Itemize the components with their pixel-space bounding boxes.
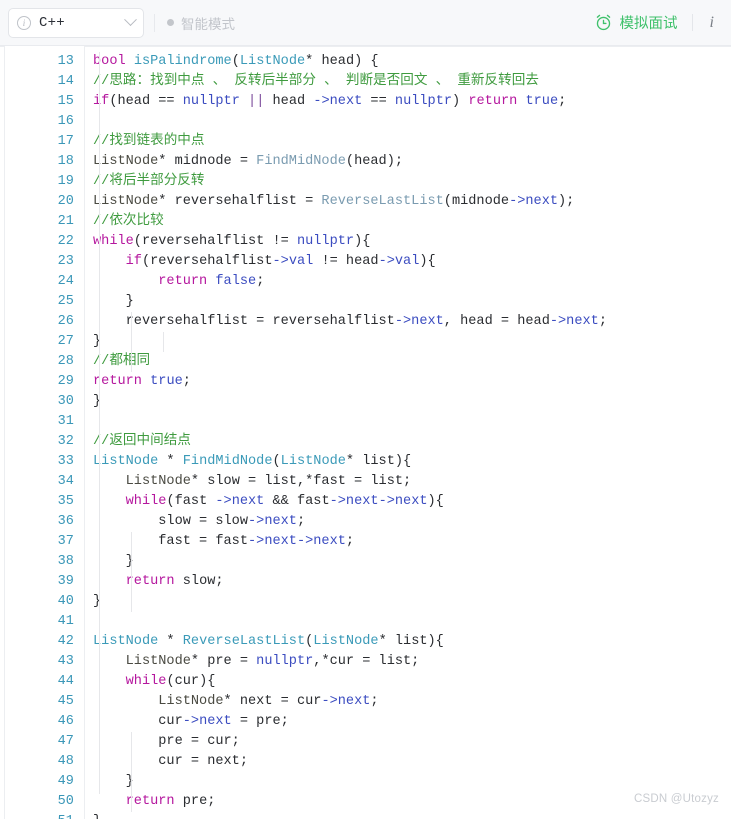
line-number: 16 bbox=[57, 114, 74, 129]
line-number: 17 bbox=[57, 134, 74, 149]
line-number: 13 bbox=[57, 54, 74, 69]
mock-interview-label: 模拟面试 bbox=[619, 16, 678, 32]
code-line[interactable] bbox=[93, 112, 731, 132]
language-selector-value: C++ bbox=[39, 14, 65, 31]
line-number: 42 bbox=[57, 634, 74, 649]
code-line[interactable]: //找到链表的中点 bbox=[93, 132, 731, 152]
alarm-clock-icon bbox=[596, 14, 610, 31]
code-line[interactable]: } bbox=[93, 592, 731, 612]
line-number: 40 bbox=[57, 594, 74, 609]
code-line[interactable]: ListNode* midnode = FindMidNode(head); bbox=[93, 152, 731, 172]
line-number: 28 bbox=[57, 354, 74, 369]
line-number: 34 bbox=[57, 474, 74, 489]
line-number: 18 bbox=[57, 154, 74, 169]
toolbar-divider-1 bbox=[154, 13, 155, 32]
line-number: 30 bbox=[57, 394, 74, 409]
line-number: 27 bbox=[57, 334, 74, 349]
code-line[interactable]: } bbox=[93, 292, 731, 312]
line-number: 26 bbox=[57, 314, 74, 329]
line-number: 14 bbox=[57, 74, 74, 89]
line-number: 45 bbox=[57, 694, 74, 709]
code-line[interactable]: //都相同 bbox=[93, 352, 731, 372]
line-number: 41 bbox=[57, 614, 74, 629]
code-line[interactable]: reversehalflist = reversehalflist->next,… bbox=[93, 312, 731, 332]
line-number: 37 bbox=[57, 534, 74, 549]
line-number: 15 bbox=[57, 94, 74, 109]
line-number: 25 bbox=[57, 294, 74, 309]
line-number: 44 bbox=[57, 674, 74, 689]
code-line[interactable]: //返回中间结点 bbox=[93, 432, 731, 452]
code-line[interactable]: slow = slow->next; bbox=[93, 512, 731, 532]
code-line[interactable]: //将后半部分反转 bbox=[93, 172, 731, 192]
watermark: CSDN @Utozyz bbox=[633, 793, 719, 805]
line-number: 24 bbox=[57, 274, 74, 289]
line-number: 46 bbox=[57, 714, 74, 729]
line-number: 48 bbox=[57, 754, 74, 769]
code-editor[interactable]: 13 14 15 16 17 18 19 20 21 22 23 24 25 26 27 28 29 30 31 32… bbox=[0, 46, 731, 819]
code-line[interactable]: ListNode* reversehalflist = ReverseLastL… bbox=[93, 192, 731, 212]
language-selector[interactable]: i C++ bbox=[8, 7, 144, 38]
mock-interview-button[interactable]: 模拟面试 bbox=[594, 12, 678, 33]
line-number: 38 bbox=[57, 554, 74, 569]
line-number: 29 bbox=[57, 374, 74, 389]
code-line[interactable]: } bbox=[93, 332, 731, 352]
line-number: 19 bbox=[57, 174, 74, 189]
code-line[interactable]: return true; bbox=[93, 372, 731, 392]
code-line[interactable]: ListNode* pre = nullptr,*cur = list; bbox=[93, 652, 731, 672]
line-number: 36 bbox=[57, 514, 74, 529]
line-number: 35 bbox=[57, 494, 74, 509]
line-number: 31 bbox=[57, 414, 74, 429]
line-number: 47 bbox=[57, 734, 74, 749]
code-line[interactable] bbox=[93, 612, 731, 632]
status-dot-icon bbox=[167, 19, 174, 26]
line-number: 23 bbox=[57, 254, 74, 269]
line-number: 49 bbox=[57, 774, 74, 789]
code-editor-page: i C++ 智能模式 模拟面试 i 13 14 15 16 17 18 19 20 21 22 23… bbox=[0, 0, 731, 819]
code-line[interactable]: pre = cur; bbox=[93, 732, 731, 752]
info-circle-icon: i bbox=[17, 15, 31, 30]
code-line[interactable]: ListNode* slow = list,*fast = list; bbox=[93, 472, 731, 492]
line-number: 33 bbox=[57, 454, 74, 469]
code-line[interactable]: } bbox=[93, 812, 731, 819]
code-line[interactable]: return false; bbox=[93, 272, 731, 292]
code-line[interactable]: cur->next = pre; bbox=[93, 712, 731, 732]
smart-mode-label: 智能模式 bbox=[181, 16, 235, 32]
code-line[interactable]: ListNode* next = cur->next; bbox=[93, 692, 731, 712]
line-number: 22 bbox=[57, 234, 74, 249]
chevron-down-icon bbox=[124, 13, 137, 27]
code-line[interactable]: if(head == nullptr || head ->next == nul… bbox=[93, 92, 731, 112]
code-line[interactable]: } bbox=[93, 772, 731, 792]
line-number: 50 bbox=[57, 794, 74, 809]
info-italic-icon[interactable]: i bbox=[707, 14, 717, 32]
line-number: 21 bbox=[57, 214, 74, 229]
code-line[interactable] bbox=[93, 412, 731, 432]
code-line[interactable]: } bbox=[93, 552, 731, 572]
code-content[interactable]: bool isPalindrome(ListNode* head) {//思路：… bbox=[85, 46, 731, 819]
code-line[interactable]: while(cur){ bbox=[93, 672, 731, 692]
code-line[interactable]: } bbox=[93, 392, 731, 412]
line-number: 39 bbox=[57, 574, 74, 589]
code-line[interactable]: ListNode * ReverseLastList(ListNode* lis… bbox=[93, 632, 731, 652]
code-line[interactable]: ListNode * FindMidNode(ListNode* list){ bbox=[93, 452, 731, 472]
line-number: 32 bbox=[57, 434, 74, 449]
code-line[interactable]: //思路：找到中点 、 反转后半部分 、 判断是否回文 、 重新反转回去 bbox=[93, 72, 731, 92]
smart-mode-indicator[interactable]: 智能模式 bbox=[167, 13, 235, 33]
code-line[interactable]: //依次比较 bbox=[93, 212, 731, 232]
line-number: 51 bbox=[5, 812, 85, 819]
code-line[interactable]: bool isPalindrome(ListNode* head) { bbox=[93, 52, 731, 72]
code-line[interactable]: fast = fast->next->next; bbox=[93, 532, 731, 552]
editor-toolbar: i C++ 智能模式 模拟面试 i bbox=[0, 0, 731, 46]
code-line[interactable]: return slow; bbox=[93, 572, 731, 592]
code-line[interactable]: while(fast ->next && fast->next->next){ bbox=[93, 492, 731, 512]
toolbar-divider-2 bbox=[691, 14, 693, 31]
code-line[interactable]: if(reversehalflist->val != head->val){ bbox=[93, 252, 731, 272]
code-line[interactable]: cur = next; bbox=[93, 752, 731, 772]
line-number-gutter: 13 14 15 16 17 18 19 20 21 22 23 24 25 26 27 28 29 30 31 32… bbox=[5, 46, 85, 819]
line-number: 43 bbox=[57, 654, 74, 669]
line-number: 20 bbox=[57, 194, 74, 209]
code-line[interactable]: while(reversehalflist != nullptr){ bbox=[93, 232, 731, 252]
